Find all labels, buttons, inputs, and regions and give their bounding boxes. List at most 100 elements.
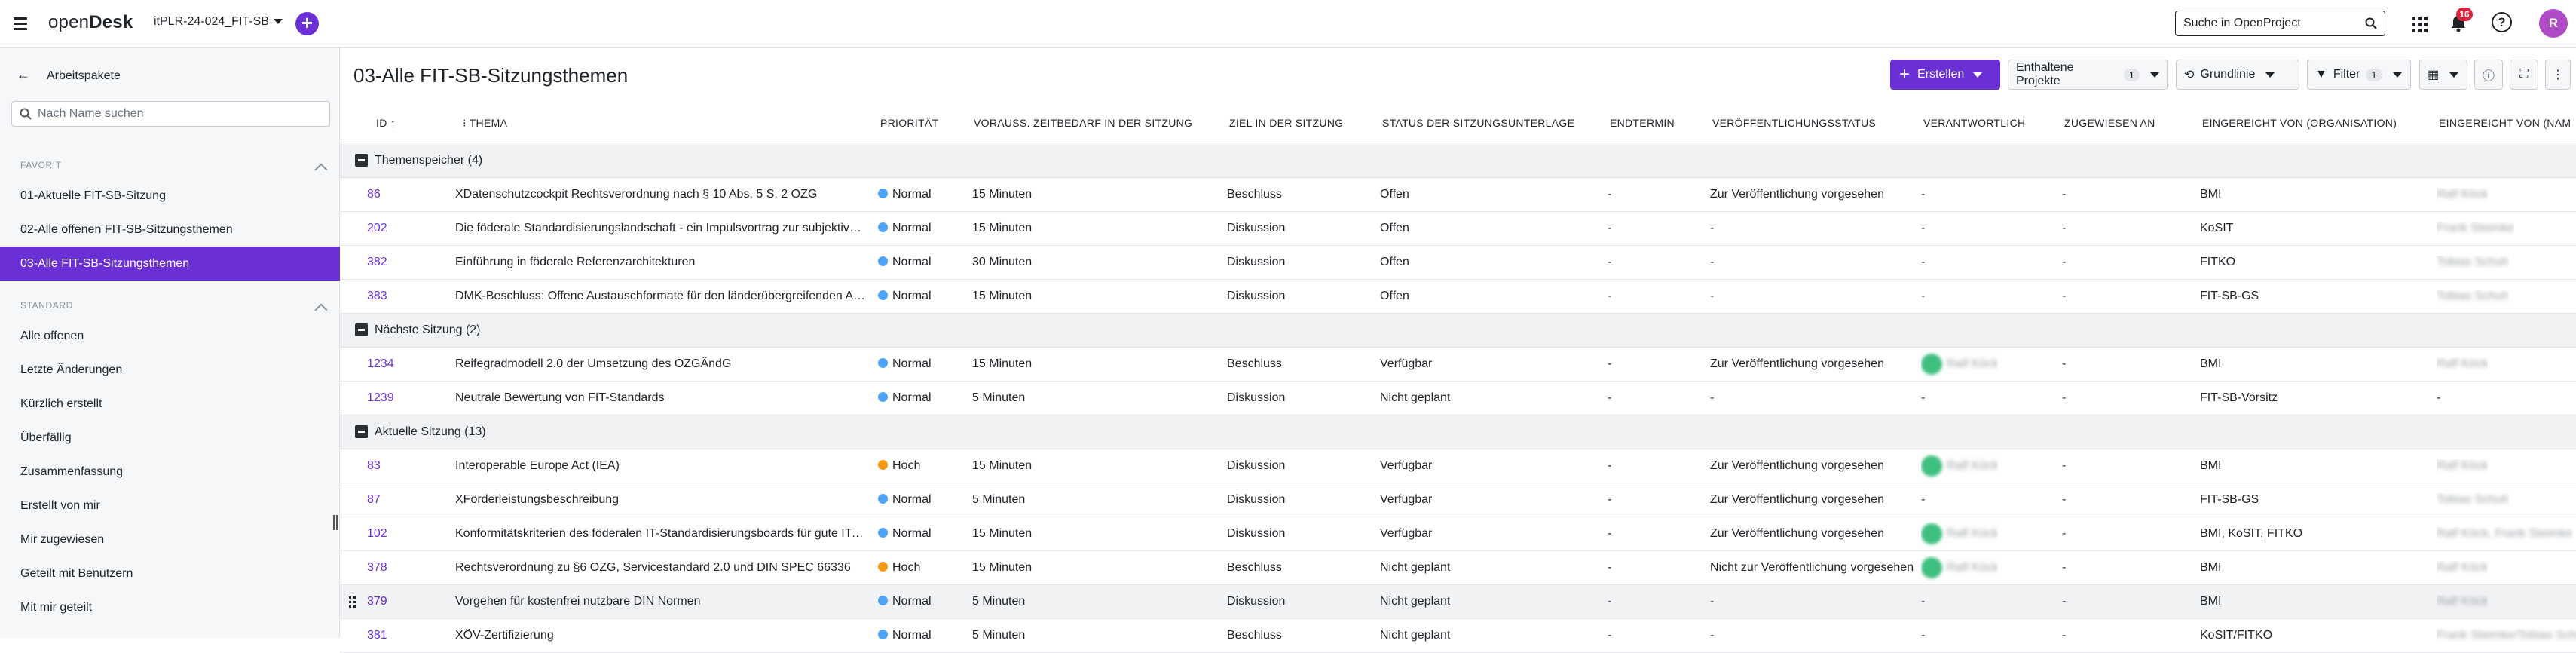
goal-cell: Diskussion bbox=[1227, 256, 1286, 268]
included-projects-button[interactable]: Enthaltene Projekte 1 bbox=[2008, 60, 2168, 90]
work-package-id-link[interactable]: 1234 bbox=[367, 357, 394, 371]
collapse-group-icon[interactable] bbox=[355, 425, 368, 438]
work-package-id-link[interactable]: 87 bbox=[367, 493, 381, 507]
baseline-button[interactable]: ⟲ Grundlinie bbox=[2176, 60, 2299, 90]
sidebar-item-zusammenfassung[interactable]: Zusammenfassung bbox=[0, 455, 340, 489]
responsible-person[interactable]: Ralf Köck bbox=[1921, 352, 1998, 376]
work-package-id-link[interactable]: 102 bbox=[367, 527, 387, 541]
collapse-group-icon[interactable] bbox=[355, 323, 368, 336]
work-package-subject[interactable]: Reifegradmodell 2.0 der Umsetzung des OZ… bbox=[455, 357, 866, 371]
column-header-publication[interactable]: VERÖFFENTLICHUNGSSTATUS bbox=[1712, 117, 1876, 129]
sidebar-item-alle-offenen[interactable]: Alle offenen bbox=[0, 319, 340, 353]
status-cell: Nicht geplant bbox=[1380, 629, 1451, 642]
table-row[interactable]: 102 Konformitätskriterien des föderalen I… bbox=[340, 517, 2576, 551]
drag-handle-icon[interactable] bbox=[349, 596, 356, 609]
sidebar-item-mir-zugewiesen[interactable]: Mir zugewiesen bbox=[0, 523, 340, 556]
column-header-end[interactable]: ENDTERMIN bbox=[1610, 117, 1675, 129]
work-package-subject[interactable]: Einführung in föderale Referenzarchitekt… bbox=[455, 256, 866, 269]
work-package-id-link[interactable]: 382 bbox=[367, 256, 387, 269]
table-row[interactable]: 1239 Neutrale Bewertung von FIT-Standards… bbox=[340, 382, 2576, 415]
assigned-cell: - bbox=[2062, 222, 2067, 235]
responsible-person[interactable]: Ralf Köck bbox=[1921, 454, 1998, 478]
menu-icon[interactable] bbox=[11, 14, 30, 34]
table-row[interactable]: 202 Die föderale Standardisierungslandsch… bbox=[340, 212, 2576, 246]
column-header-status[interactable]: STATUS DER SITZUNGSUNTERLAGE bbox=[1382, 117, 1574, 129]
chevron-up-icon[interactable] bbox=[314, 303, 328, 317]
back-link[interactable]: ← Arbeitspakete bbox=[17, 67, 121, 83]
responsible-cell: - bbox=[1921, 629, 1926, 642]
collapse-group-icon[interactable] bbox=[355, 154, 368, 167]
work-package-subject[interactable]: Die föderale Standardisierungslandschaft… bbox=[455, 222, 866, 235]
column-header-assigned[interactable]: ZUGEWIESEN AN bbox=[2064, 117, 2155, 129]
sidebar-item-kuerzlich-erstellt[interactable]: Kürzlich erstellt bbox=[0, 387, 340, 421]
column-header-org[interactable]: EINGEREICHT VON (ORGANISATION) bbox=[2202, 117, 2397, 129]
sidebar-item-letzte-aenderungen[interactable]: Letzte Änderungen bbox=[0, 353, 340, 387]
sidebar-item-alle-themen[interactable]: 03-Alle FIT-SB-Sitzungsthemen bbox=[0, 247, 340, 281]
sidebar-item-offene-themen[interactable]: 02-Alle offenen FIT-SB-Sitzungsthemen bbox=[0, 213, 340, 247]
column-header-time[interactable]: VORAUSS. ZEITBEDARF IN DER SITZUNG bbox=[974, 117, 1192, 129]
filter-count: 1 bbox=[2366, 68, 2382, 81]
work-package-subject[interactable]: Konformitätskriterien des föderalen IT-S… bbox=[455, 527, 866, 541]
filter-button[interactable]: ▼ Filter 1 bbox=[2307, 60, 2411, 90]
search-icon[interactable] bbox=[2365, 17, 2377, 29]
sidebar-item-geteilt-mit-benutzern[interactable]: Geteilt mit Benutzern bbox=[0, 556, 340, 590]
table-row[interactable]: 379 Vorgehen für kostenfrei nutzbare DIN … bbox=[340, 585, 2576, 619]
sidebar-resize-handle[interactable] bbox=[333, 515, 338, 530]
work-package-id-link[interactable]: 83 bbox=[367, 459, 381, 473]
work-package-subject[interactable]: Rechtsverordnung zu §6 OZG, Servicestand… bbox=[455, 561, 866, 575]
table-row[interactable]: 86 XDatenschutzcockpit Rechtsverordnung n… bbox=[340, 178, 2576, 212]
responsible-cell: Ralf Köck bbox=[1921, 522, 1998, 548]
column-header-subject[interactable]: ⁝ THEMA bbox=[463, 117, 507, 130]
assigned-cell: - bbox=[2062, 459, 2067, 472]
fullscreen-button[interactable]: ⛶ bbox=[2510, 60, 2538, 90]
sidebar-item-mit-mir-geteilt[interactable]: Mit mir geteilt bbox=[0, 590, 340, 624]
table-row[interactable]: 378 Rechtsverordnung zu §6 OZG, Servicest… bbox=[340, 551, 2576, 585]
work-package-subject[interactable]: Neutrale Bewertung von FIT-Standards bbox=[455, 391, 866, 405]
user-avatar[interactable]: R bbox=[2539, 9, 2568, 38]
column-header-id[interactable]: ID ↑ bbox=[376, 117, 396, 129]
work-package-id-link[interactable]: 379 bbox=[367, 595, 387, 609]
priority-dot-icon bbox=[878, 630, 888, 639]
table-row[interactable]: 87 XFörderleistungsbeschreibung Normal 5 Mi… bbox=[340, 483, 2576, 517]
help-icon[interactable]: ? bbox=[2492, 12, 2512, 32]
view-mode-button[interactable]: ▦ bbox=[2419, 60, 2467, 90]
sidebar-item-erstellt-von-mir[interactable]: Erstellt von mir bbox=[0, 489, 340, 523]
column-header-goal[interactable]: ZIEL IN DER SITZUNG bbox=[1229, 117, 1343, 129]
create-button[interactable]: + Erstellen bbox=[1890, 60, 2000, 90]
project-selector[interactable]: itPLR-24-024_FIT-SB bbox=[154, 15, 283, 29]
work-package-id-link[interactable]: 381 bbox=[367, 629, 387, 642]
work-package-subject[interactable]: Interoperable Europe Act (IEA) bbox=[455, 459, 866, 473]
app-logo[interactable]: openDesk bbox=[48, 12, 133, 33]
column-header-responsible[interactable]: VERANTWORTLICH bbox=[1923, 117, 2025, 129]
work-package-id-link[interactable]: 202 bbox=[367, 222, 387, 235]
work-package-id-link[interactable]: 1239 bbox=[367, 391, 394, 405]
more-button[interactable]: ⋮ bbox=[2545, 60, 2571, 90]
priority-cell: Hoch bbox=[878, 459, 920, 473]
work-package-subject[interactable]: XDatenschutzcockpit Rechtsverordnung nac… bbox=[455, 188, 866, 201]
details-button[interactable]: ⓘ bbox=[2474, 60, 2503, 90]
work-package-subject[interactable]: DMK-Beschluss: Offene Austauschformate f… bbox=[455, 290, 866, 303]
work-package-subject[interactable]: XFörderleistungsbeschreibung bbox=[455, 493, 866, 507]
sidebar-item-aktuelle-sitzung[interactable]: 01-Aktuelle FIT-SB-Sitzung bbox=[0, 179, 340, 213]
responsible-person[interactable]: Ralf Köck bbox=[1921, 522, 1998, 546]
global-search-input[interactable]: Suche in OpenProject bbox=[2175, 11, 2385, 36]
sidebar-item-ueberfaellig[interactable]: Überfällig bbox=[0, 421, 340, 455]
work-package-subject[interactable]: Vorgehen für kostenfrei nutzbare DIN Nor… bbox=[455, 595, 866, 609]
sidebar-search-input[interactable]: Nach Name suchen bbox=[11, 101, 330, 127]
table-row[interactable]: 383 DMK-Beschluss: Offene Austauschformat… bbox=[340, 280, 2576, 314]
work-package-id-link[interactable]: 378 bbox=[367, 561, 387, 575]
table-row[interactable]: 381 XÖV-Zertifizierung Normal 5 Minuten Besc… bbox=[340, 619, 2576, 653]
add-icon[interactable]: + bbox=[295, 12, 319, 35]
table-row[interactable]: 1234 Reifegradmodell 2.0 der Umsetzung de… bbox=[340, 348, 2576, 382]
end-date-cell: - bbox=[1608, 629, 1612, 642]
table-row[interactable]: 83 Interoperable Europe Act (IEA) Hoch 15 M… bbox=[340, 449, 2576, 483]
table-row[interactable]: 382 Einführung in föderale Referenzarchit… bbox=[340, 246, 2576, 280]
chevron-up-icon[interactable] bbox=[314, 163, 328, 176]
work-package-id-link[interactable]: 86 bbox=[367, 188, 381, 201]
column-header-priority[interactable]: PRIORITÄT bbox=[880, 117, 938, 129]
work-package-id-link[interactable]: 383 bbox=[367, 290, 387, 303]
responsible-person[interactable]: Ralf Köck bbox=[1921, 556, 1998, 580]
app-grid-icon[interactable] bbox=[2407, 12, 2430, 35]
work-package-subject[interactable]: XÖV-Zertifizierung bbox=[455, 629, 866, 642]
column-header-name[interactable]: EINGEREICHT VON (NAM bbox=[2439, 117, 2571, 129]
